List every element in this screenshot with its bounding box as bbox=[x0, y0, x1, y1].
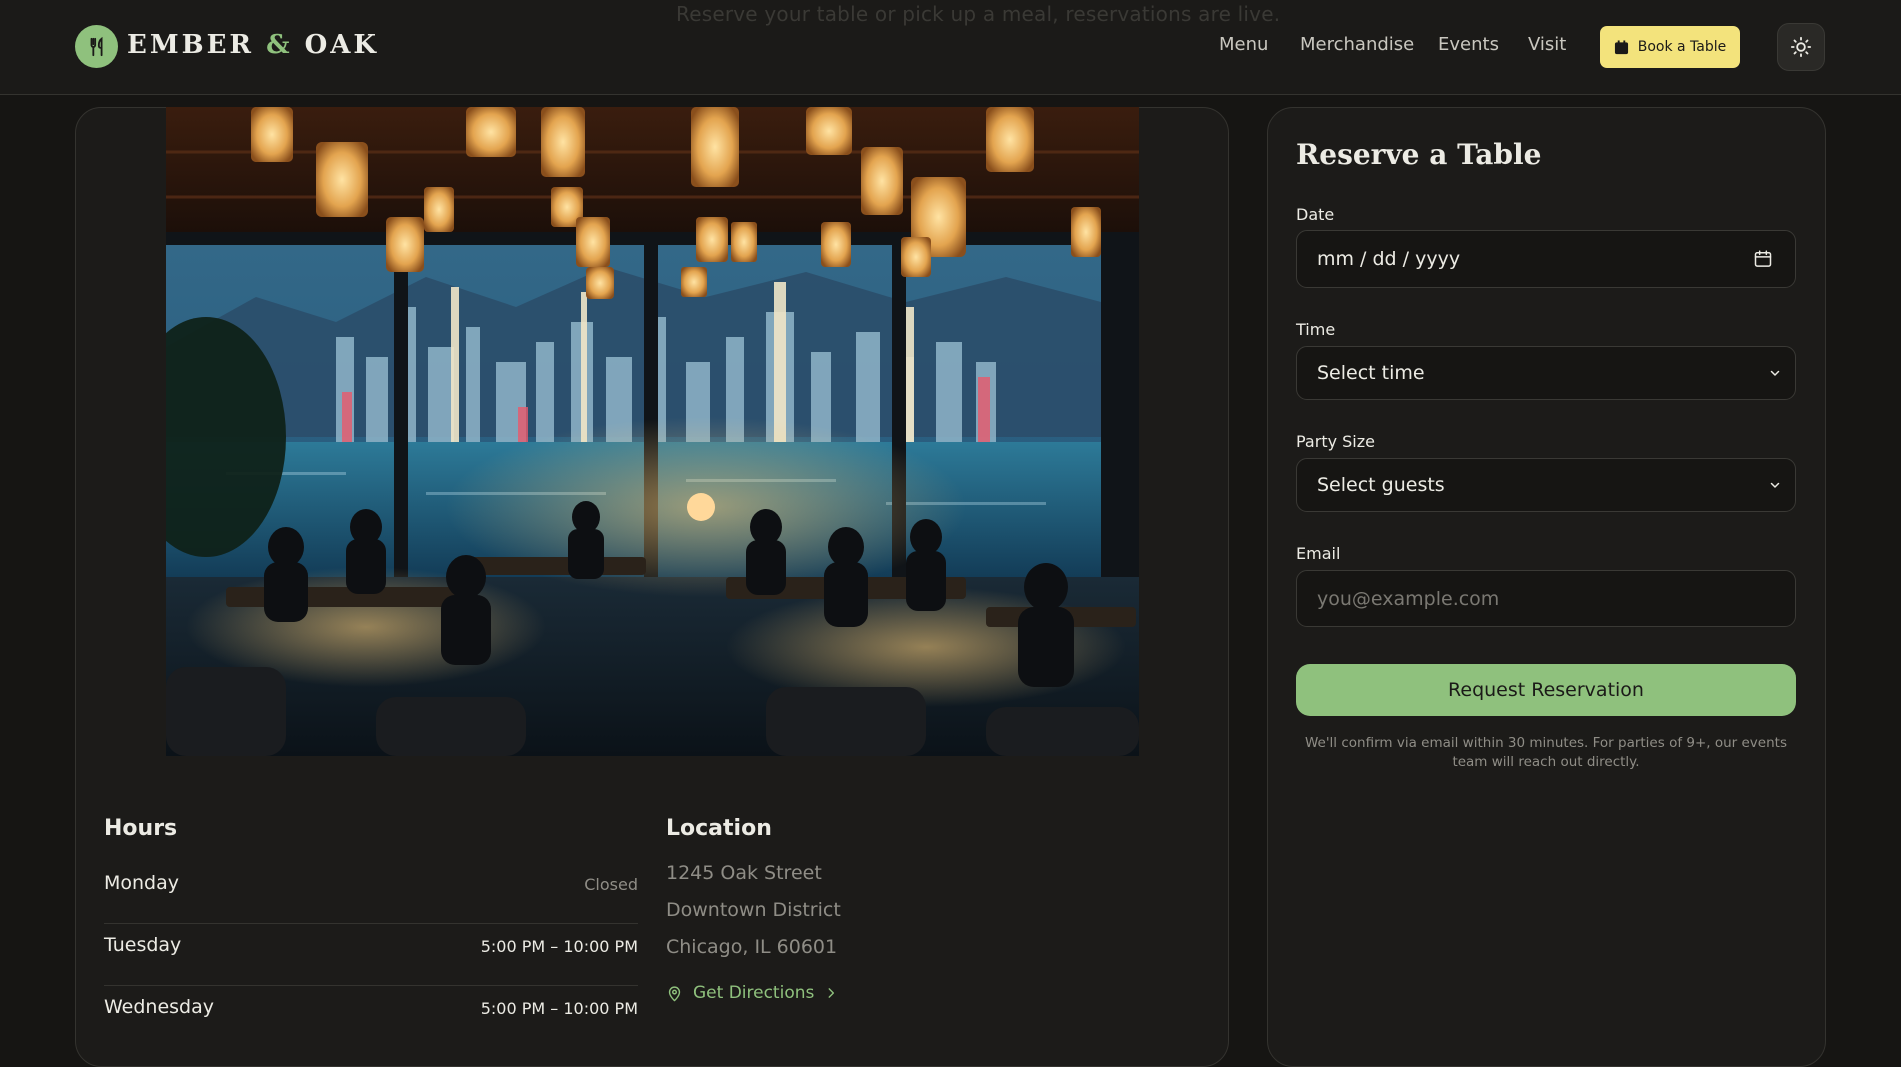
reservation-title: Reserve a Table bbox=[1296, 138, 1542, 171]
book-table-button[interactable]: Book a Table bbox=[1600, 26, 1740, 68]
hours-day: Tuesday bbox=[104, 934, 182, 956]
brand-wordmark[interactable]: EMBER & OAK bbox=[127, 30, 379, 60]
address-street: 1245 Oak Street bbox=[666, 862, 822, 884]
site-header: Reserve your table or pick up a meal, re… bbox=[0, 0, 1901, 95]
nav-menu[interactable]: Menu bbox=[1219, 34, 1268, 55]
time-select[interactable]: Select time bbox=[1296, 346, 1796, 400]
email-field[interactable]: you@example.com bbox=[1296, 570, 1796, 627]
location-title: Location bbox=[666, 816, 772, 841]
get-directions-label: Get Directions bbox=[693, 983, 815, 1003]
book-table-label: Book a Table bbox=[1637, 39, 1727, 55]
hours-row: Tuesday 5:00 PM – 10:00 PM bbox=[104, 924, 638, 986]
hours-day: Monday bbox=[104, 872, 180, 894]
party-size-value: Select guests bbox=[1317, 474, 1445, 496]
date-placeholder: mm / dd / yyyy bbox=[1317, 248, 1461, 270]
nav-merchandise[interactable]: Merchandise bbox=[1300, 34, 1414, 55]
date-field[interactable]: mm / dd / yyyy bbox=[1296, 230, 1796, 288]
map-pin-icon bbox=[668, 985, 681, 1001]
brand-part2: OAK bbox=[292, 30, 380, 60]
address-city: Chicago, IL 60601 bbox=[666, 936, 838, 958]
nav-visit[interactable]: Visit bbox=[1528, 34, 1566, 55]
address-district: Downtown District bbox=[666, 899, 841, 921]
sun-icon bbox=[1790, 36, 1812, 58]
hours-row: Monday Closed bbox=[104, 862, 638, 924]
nav-events[interactable]: Events bbox=[1438, 34, 1499, 55]
logo-badge[interactable] bbox=[75, 25, 118, 68]
party-size-select[interactable]: Select guests bbox=[1296, 458, 1796, 512]
restaurant-interior-photo bbox=[166, 107, 1139, 756]
utensils-icon bbox=[90, 36, 102, 56]
request-reservation-button[interactable]: Request Reservation bbox=[1296, 664, 1796, 716]
chevron-right-icon bbox=[828, 988, 835, 998]
calendar-icon[interactable] bbox=[1753, 249, 1773, 269]
chevron-down-icon bbox=[1770, 370, 1780, 376]
email-placeholder: you@example.com bbox=[1317, 587, 1500, 610]
hours-day: Wednesday bbox=[104, 996, 215, 1018]
hours-row: Wednesday 5:00 PM – 10:00 PM bbox=[104, 986, 638, 1048]
hours-title: Hours bbox=[104, 816, 178, 841]
party-size-label: Party Size bbox=[1296, 432, 1375, 451]
calendar-icon bbox=[1614, 39, 1628, 54]
brand-part1: EMBER bbox=[127, 30, 267, 60]
time-select-value: Select time bbox=[1317, 362, 1425, 384]
hours-time: 5:00 PM – 10:00 PM bbox=[480, 937, 638, 956]
hours-time: 5:00 PM – 10:00 PM bbox=[480, 999, 638, 1018]
date-label: Date bbox=[1296, 205, 1335, 224]
theme-toggle-button[interactable] bbox=[1777, 23, 1825, 71]
get-directions-link[interactable]: Get Directions bbox=[666, 983, 838, 1003]
brand-ampersand: & bbox=[266, 30, 293, 60]
reservation-note: We'll confirm via email within 30 minute… bbox=[1304, 735, 1787, 770]
header-ghost-text: Reserve your table or pick up a meal, re… bbox=[676, 2, 1281, 26]
chevron-down-icon bbox=[1770, 482, 1780, 488]
hours-time: Closed bbox=[584, 875, 638, 894]
time-label: Time bbox=[1296, 320, 1336, 339]
email-label: Email bbox=[1296, 544, 1341, 563]
